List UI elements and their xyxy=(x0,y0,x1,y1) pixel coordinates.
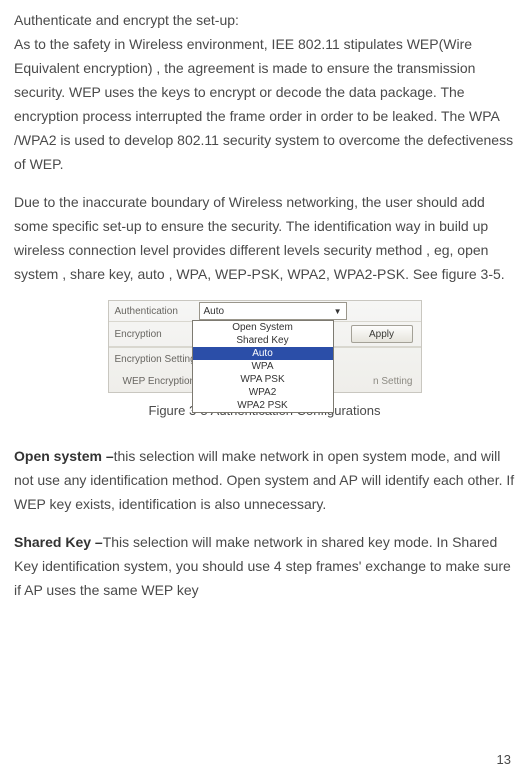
authentication-dropdown[interactable]: Open SystemShared KeyAutoWPAWPA PSKWPA2W… xyxy=(192,320,334,413)
label-shared-key: Shared Key – xyxy=(14,534,103,550)
row-authentication: Authentication Auto ▼ xyxy=(109,301,421,322)
dropdown-option[interactable]: WPA PSK xyxy=(193,373,333,386)
paragraph-shared-key: Shared Key –This selection will make net… xyxy=(14,530,515,602)
paragraph-2: Due to the inaccurate boundary of Wirele… xyxy=(14,190,515,286)
dropdown-option[interactable]: WPA2 xyxy=(193,386,333,399)
select-authentication[interactable]: Auto ▼ xyxy=(199,302,347,320)
dropdown-option[interactable]: Open System xyxy=(193,321,333,334)
dropdown-option[interactable]: WPA2 PSK xyxy=(193,399,333,412)
label-encryption-setting: Encryption Setting xyxy=(115,354,196,365)
label-wep-encryption: WEP Encryption xyxy=(123,376,196,387)
paragraph-open-system: Open system –this selection will make ne… xyxy=(14,444,515,516)
figure-3-5: Authentication Auto ▼ Encryption Apply E… xyxy=(14,300,515,393)
document-page: Authenticate and encrypt the set-up: As … xyxy=(0,0,529,773)
truncated-right-label: n Setting xyxy=(373,376,420,387)
label-authentication: Authentication xyxy=(109,306,193,317)
page-number: 13 xyxy=(497,752,511,767)
dropdown-option[interactable]: Auto xyxy=(193,347,333,360)
chevron-down-icon: ▼ xyxy=(334,307,342,316)
dropdown-option[interactable]: WPA xyxy=(193,360,333,373)
label-open-system: Open system – xyxy=(14,448,114,464)
apply-button[interactable]: Apply xyxy=(351,325,413,343)
paragraph-1: As to the safety in Wireless environment… xyxy=(14,32,515,176)
dropdown-option[interactable]: Shared Key xyxy=(193,334,333,347)
select-authentication-value: Auto xyxy=(204,306,225,317)
section-heading: Authenticate and encrypt the set-up: xyxy=(14,8,515,32)
label-encryption: Encryption xyxy=(109,329,193,340)
